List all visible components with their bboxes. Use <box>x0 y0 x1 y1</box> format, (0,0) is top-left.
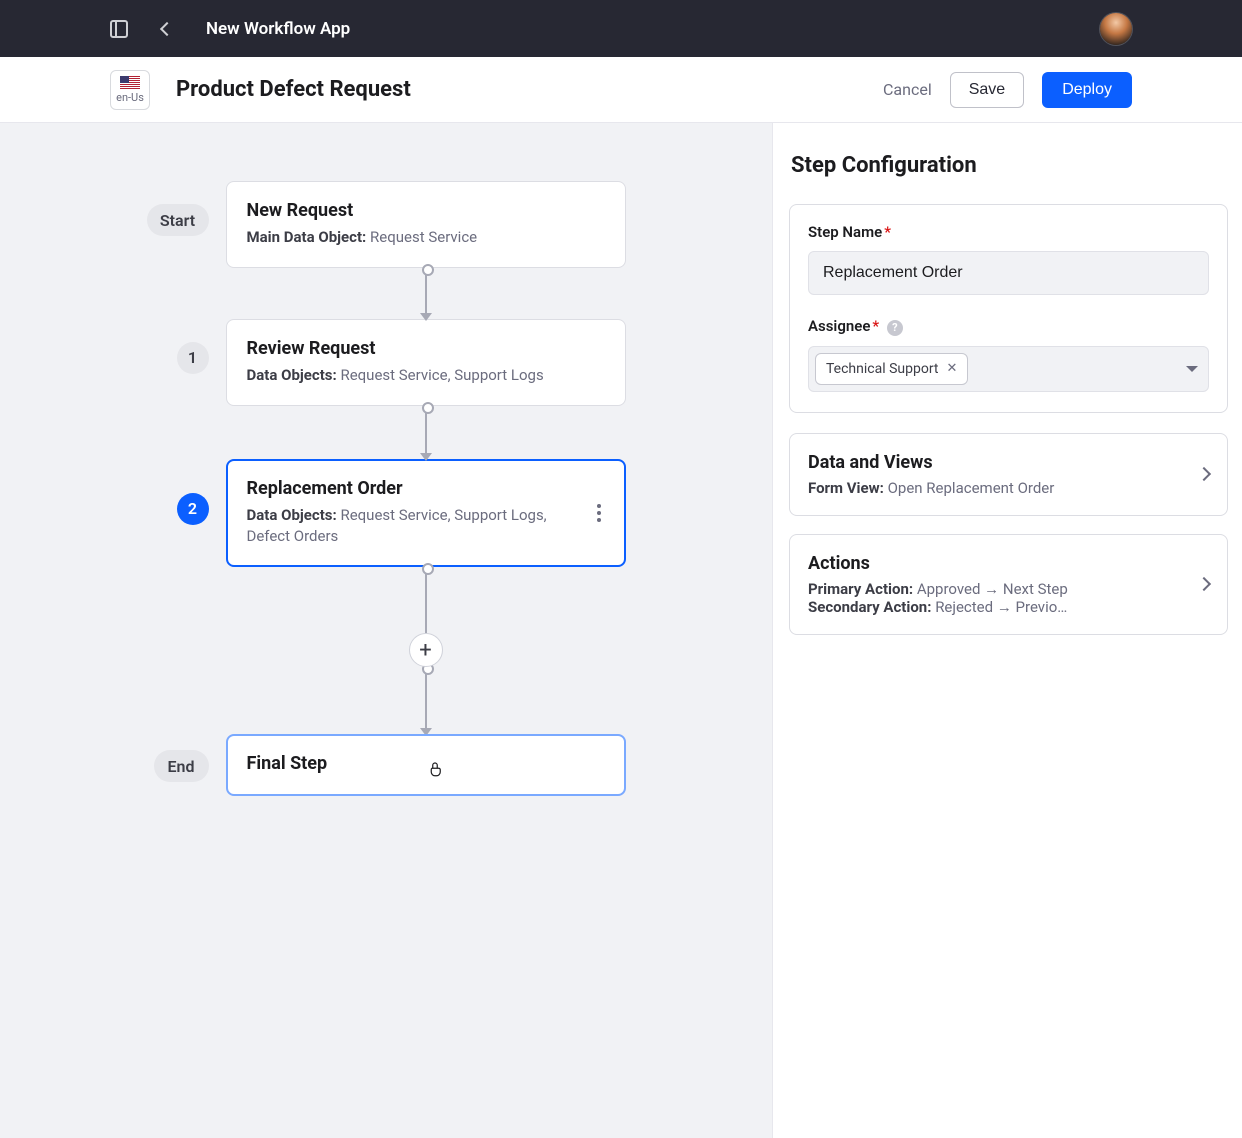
nav-title: Actions <box>808 553 1199 574</box>
locale-selector[interactable]: en-Us <box>110 70 150 110</box>
end-badge: End <box>154 750 209 782</box>
step-name-input[interactable] <box>808 251 1209 295</box>
cancel-link[interactable]: Cancel <box>883 80 932 99</box>
nav-title: Data and Views <box>808 452 1199 473</box>
page-toolbar: en-Us Product Defect Request Cancel Save… <box>0 57 1242 123</box>
step-badge-2: 2 <box>177 493 209 525</box>
more-options-icon[interactable] <box>593 500 605 526</box>
workflow-canvas[interactable]: Start New Request Main Data Object: Requ… <box>0 123 773 1138</box>
panel-title: Step Configuration <box>791 153 1228 178</box>
save-button[interactable]: Save <box>950 72 1024 108</box>
step-configuration-panel: Step Configuration Step Name* Assignee* … <box>773 123 1242 1138</box>
panel-toggle-icon[interactable] <box>110 20 128 38</box>
chevron-right-icon <box>1197 577 1211 591</box>
app-title: New Workflow App <box>206 19 350 39</box>
card-subtitle: Data Objects: Request Service, Support L… <box>247 505 585 549</box>
step-name-label: Step Name* <box>808 223 1209 241</box>
assignee-chip: Technical Support ✕ <box>815 353 968 385</box>
locale-label: en-Us <box>116 91 144 104</box>
start-badge: Start <box>147 204 209 236</box>
assignee-label: Assignee* ? <box>808 317 1209 336</box>
back-chevron-icon[interactable] <box>160 21 174 35</box>
workflow-card-end[interactable]: Final Step <box>226 734 626 796</box>
remove-chip-icon[interactable]: ✕ <box>947 361 958 376</box>
step-badge-1: 1 <box>177 342 209 374</box>
step-config-card: Step Name* Assignee* ? Technical Support… <box>789 204 1228 413</box>
assignee-select[interactable]: Technical Support ✕ <box>808 346 1209 392</box>
card-title: New Request <box>247 200 605 221</box>
workflow-card-start[interactable]: New Request Main Data Object: Request Se… <box>226 181 626 268</box>
app-header: New Workflow App <box>0 0 1242 57</box>
card-title: Review Request <box>247 338 605 359</box>
us-flag-icon <box>120 76 140 89</box>
help-icon[interactable]: ? <box>887 320 903 336</box>
add-step-button[interactable]: + <box>409 633 443 667</box>
actions-nav[interactable]: Actions Primary Action: Approved → Next … <box>789 534 1228 635</box>
data-and-views-nav[interactable]: Data and Views Form View: Open Replaceme… <box>789 433 1228 516</box>
nav-subtitle-primary: Primary Action: Approved → Next Step <box>808 580 1199 598</box>
nav-subtitle: Form View: Open Replacement Order <box>808 479 1199 497</box>
card-subtitle: Main Data Object: Request Service <box>247 227 605 249</box>
dropdown-caret-icon <box>1186 366 1198 372</box>
user-avatar[interactable] <box>1100 13 1132 45</box>
chevron-right-icon <box>1197 467 1211 481</box>
card-title: Replacement Order <box>247 478 585 499</box>
workflow-card-step-2[interactable]: Replacement Order Data Objects: Request … <box>226 459 626 568</box>
workflow-card-step-1[interactable]: Review Request Data Objects: Request Ser… <box>226 319 626 406</box>
card-title: Final Step <box>247 753 605 774</box>
card-subtitle: Data Objects: Request Service, Support L… <box>247 365 605 387</box>
nav-subtitle-secondary: Secondary Action: Rejected → Previo… <box>808 598 1199 616</box>
deploy-button[interactable]: Deploy <box>1042 72 1132 108</box>
page-title: Product Defect Request <box>176 77 411 102</box>
